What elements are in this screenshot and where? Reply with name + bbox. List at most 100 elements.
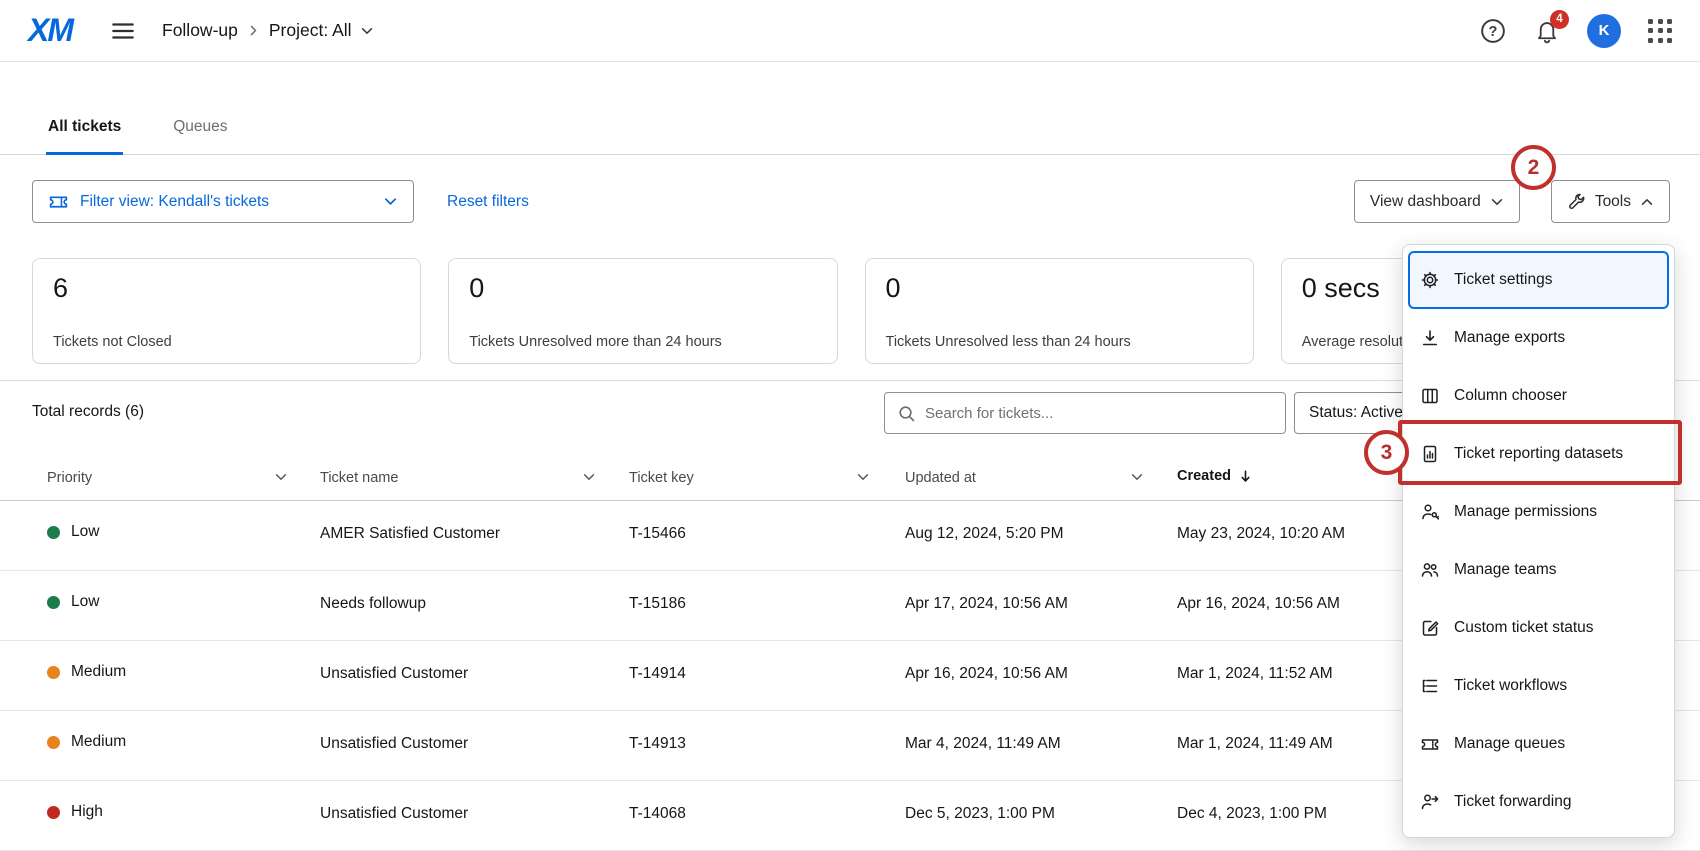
column-header-ticket-key: Ticket key <box>629 470 694 486</box>
filter-view-label: Filter view: Kendall's tickets <box>80 193 269 211</box>
view-dashboard-button[interactable]: View dashboard <box>1354 180 1520 223</box>
status-filter-label: Status: Active <box>1309 404 1403 422</box>
ticket-name-cell: Unsatisfied Customer <box>320 735 468 753</box>
created-cell: Dec 4, 2023, 1:00 PM <box>1177 805 1327 823</box>
menu-item-label: Manage permissions <box>1454 503 1597 521</box>
menu-item-label: Manage queues <box>1454 735 1565 753</box>
menu-item-manage-permissions[interactable]: Manage permissions <box>1403 483 1674 541</box>
stat-card-not-closed: 6 Tickets not Closed <box>32 258 421 364</box>
stat-value: 0 <box>469 273 816 304</box>
created-cell: Mar 1, 2024, 11:52 AM <box>1177 665 1333 683</box>
stat-value: 6 <box>53 273 400 304</box>
menu-item-label: Column chooser <box>1454 387 1567 405</box>
column-menu-chevron-icon[interactable] <box>582 470 596 487</box>
priority-dot <box>47 666 60 679</box>
chevron-down-icon <box>383 194 398 209</box>
ticket-name-cell: Unsatisfied Customer <box>320 665 468 683</box>
ticket-name-cell: Unsatisfied Customer <box>320 805 468 823</box>
report-document-icon <box>1420 444 1440 464</box>
sort-descending-icon <box>1238 469 1253 484</box>
menu-item-ticket-reporting-datasets[interactable]: Ticket reporting datasets <box>1403 425 1674 483</box>
menu-item-custom-ticket-status[interactable]: Custom ticket status <box>1403 599 1674 657</box>
stat-label: Tickets Unresolved less than 24 hours <box>886 334 1233 350</box>
tools-dropdown-menu: Ticket settings Manage exports Column ch… <box>1402 244 1675 838</box>
stat-label: Tickets Unresolved more than 24 hours <box>469 334 816 350</box>
filter-view-dropdown[interactable]: Filter view: Kendall's tickets <box>32 180 414 223</box>
ticket-name-cell: AMER Satisfied Customer <box>320 525 500 543</box>
topbar-actions: ? 4 K <box>1479 14 1672 48</box>
menu-item-label: Ticket settings <box>1454 271 1553 289</box>
menu-item-manage-teams[interactable]: Manage teams <box>1403 541 1674 599</box>
menu-item-label: Manage exports <box>1454 329 1565 347</box>
chevron-down-icon <box>1490 195 1504 209</box>
help-icon[interactable]: ? <box>1479 17 1507 45</box>
priority-dot <box>47 806 60 819</box>
menu-item-manage-queues[interactable]: Manage queues <box>1403 715 1674 773</box>
ticket-icon <box>48 191 69 212</box>
gear-icon <box>1420 270 1440 290</box>
priority-label: Medium <box>71 663 126 681</box>
chevron-down-icon <box>360 24 374 38</box>
column-menu-chevron-icon[interactable] <box>274 470 288 487</box>
stat-value: 0 <box>886 273 1233 304</box>
column-header-ticket-name: Ticket name <box>320 470 398 486</box>
updated-at-cell: Dec 5, 2023, 1:00 PM <box>905 805 1055 823</box>
apps-grid-icon[interactable] <box>1648 19 1672 43</box>
ticket-key-cell: T-14068 <box>629 805 686 823</box>
ticket-key-cell: T-14913 <box>629 735 686 753</box>
search-input[interactable] <box>925 405 1273 422</box>
chevron-up-icon <box>1640 195 1654 209</box>
ticket-key-cell: T-15466 <box>629 525 686 543</box>
person-key-icon <box>1420 502 1440 522</box>
priority-dot <box>47 736 60 749</box>
column-menu-chevron-icon[interactable] <box>1130 470 1144 487</box>
annotation-step-2: 2 <box>1511 145 1556 190</box>
topbar: XM Follow-up Project: All ? 4 <box>0 0 1700 62</box>
user-avatar[interactable]: K <box>1587 14 1621 48</box>
filter-row: Filter view: Kendall's tickets Reset fil… <box>32 180 1670 223</box>
menu-item-label: Manage teams <box>1454 561 1557 579</box>
updated-at-cell: Aug 12, 2024, 5:20 PM <box>905 525 1064 543</box>
menu-item-column-chooser[interactable]: Column chooser <box>1403 367 1674 425</box>
search-icon <box>897 404 916 423</box>
notification-count-badge: 4 <box>1550 10 1569 29</box>
priority-dot <box>47 596 60 609</box>
tools-button[interactable]: Tools <box>1551 180 1670 223</box>
chevron-right-icon <box>247 24 260 37</box>
menu-item-ticket-workflows[interactable]: Ticket workflows <box>1403 657 1674 715</box>
toolbar-right-buttons: View dashboard Tools <box>1354 180 1670 223</box>
workflow-icon <box>1420 676 1440 696</box>
wrench-icon <box>1567 192 1586 211</box>
ticket-key-cell: T-15186 <box>629 595 686 613</box>
annotation-step-3: 3 <box>1364 430 1409 475</box>
menu-item-ticket-forwarding[interactable]: Ticket forwarding <box>1403 773 1674 831</box>
svg-text:?: ? <box>1489 23 1498 39</box>
notifications-bell-icon[interactable]: 4 <box>1534 18 1560 44</box>
tabstrip: All tickets Queues <box>0 62 1700 155</box>
stat-card-unresolved-more-24h: 0 Tickets Unresolved more than 24 hours <box>448 258 837 364</box>
menu-item-ticket-settings[interactable]: Ticket settings <box>1408 251 1669 309</box>
stat-label: Tickets not Closed <box>53 334 400 350</box>
updated-at-cell: Apr 17, 2024, 10:56 AM <box>905 595 1068 613</box>
tab-queues[interactable]: Queues <box>171 118 229 155</box>
menu-item-manage-exports[interactable]: Manage exports <box>1403 309 1674 367</box>
column-header-priority: Priority <box>47 470 92 486</box>
created-cell: Apr 16, 2024, 10:56 AM <box>1177 595 1340 613</box>
reset-filters-link[interactable]: Reset filters <box>447 193 529 211</box>
stat-card-unresolved-less-24h: 0 Tickets Unresolved less than 24 hours <box>865 258 1254 364</box>
project-selector[interactable]: Project: All <box>269 20 374 41</box>
ticket-name-cell: Needs followup <box>320 595 426 613</box>
updated-at-cell: Mar 4, 2024, 11:49 AM <box>905 735 1061 753</box>
columns-icon <box>1420 386 1440 406</box>
total-records-label: Total records (6) <box>32 403 144 421</box>
breadcrumb-section[interactable]: Follow-up <box>162 20 238 41</box>
view-dashboard-label: View dashboard <box>1370 193 1481 211</box>
priority-label: Low <box>71 523 99 541</box>
column-header-created[interactable]: Created <box>1177 468 1253 484</box>
tab-all-tickets[interactable]: All tickets <box>46 118 123 155</box>
project-selector-label: Project: All <box>269 20 352 41</box>
column-menu-chevron-icon[interactable] <box>856 470 870 487</box>
download-icon <box>1420 328 1440 348</box>
hamburger-menu-icon[interactable] <box>110 18 136 44</box>
created-cell: Mar 1, 2024, 11:49 AM <box>1177 735 1333 753</box>
